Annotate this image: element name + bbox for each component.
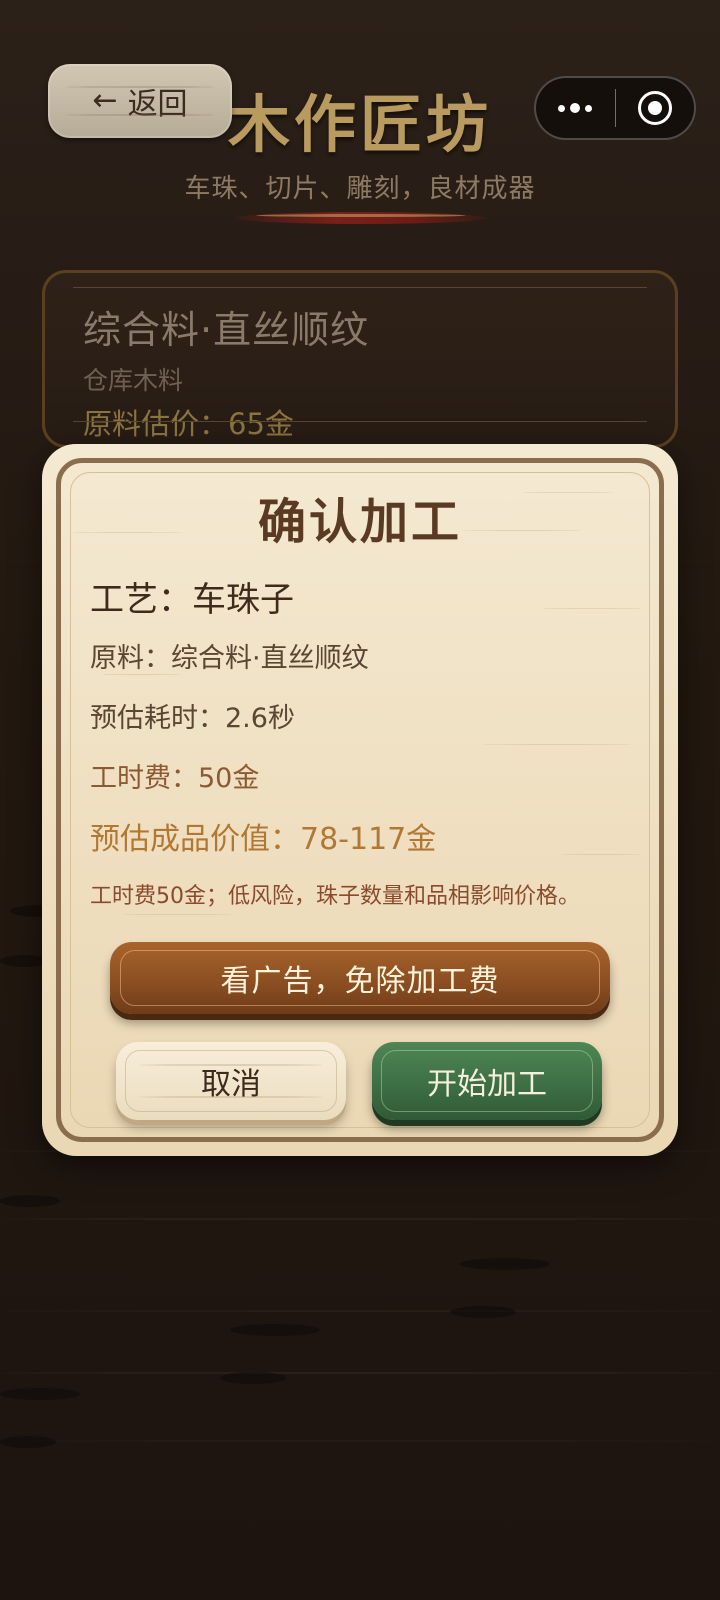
labor-fee-label: 工时费：50金 bbox=[90, 763, 260, 794]
cancel-button-label: 取消 bbox=[201, 1067, 261, 1102]
start-processing-button[interactable]: 开始加工 bbox=[372, 1042, 602, 1120]
title-underline-highlight bbox=[256, 214, 466, 217]
dialog-inner-frame bbox=[70, 472, 650, 1128]
estimated-time-label: 预估耗时：2.6秒 bbox=[90, 703, 295, 734]
mini-program-capsule bbox=[534, 76, 696, 140]
watch-ad-waive-fee-button[interactable]: 看广告，免除加工费 bbox=[110, 942, 610, 1014]
dialog-title: 确认加工 bbox=[257, 494, 462, 550]
page-subtitle: 车珠、切片、雕刻，良材成器 bbox=[184, 174, 536, 204]
craft-label: 工艺：车珠子 bbox=[90, 580, 294, 620]
cancel-button[interactable]: 取消 bbox=[116, 1042, 346, 1120]
processing-note: 工时费50金；低风险，珠子数量和品相影响价格。 bbox=[90, 884, 580, 909]
close-mini-program-button[interactable] bbox=[616, 78, 695, 138]
more-dots-icon[interactable] bbox=[536, 78, 615, 138]
arrow-left-icon: ← bbox=[92, 83, 118, 118]
material-card: 综合料·直丝顺纹 仓库木料 原料估价：65金 bbox=[42, 270, 678, 448]
material-name: 综合料·直丝顺纹 bbox=[83, 308, 370, 352]
target-circle-icon bbox=[637, 91, 672, 125]
estimated-value-label: 预估成品价值：78-117金 bbox=[90, 822, 437, 857]
material-label: 原料：综合料·直丝顺纹 bbox=[90, 643, 369, 674]
start-button-label: 开始加工 bbox=[427, 1067, 547, 1102]
back-button[interactable]: ← 返回 bbox=[48, 64, 232, 138]
confirm-processing-dialog: 确认加工 工艺：车珠子 原料：综合料·直丝顺纹 预估耗时：2.6秒 工时费：50… bbox=[42, 444, 678, 1156]
material-price: 原料估价：65金 bbox=[83, 407, 294, 441]
material-source: 仓库木料 bbox=[83, 366, 184, 395]
watch-ad-button-label: 看广告，免除加工费 bbox=[220, 964, 500, 999]
